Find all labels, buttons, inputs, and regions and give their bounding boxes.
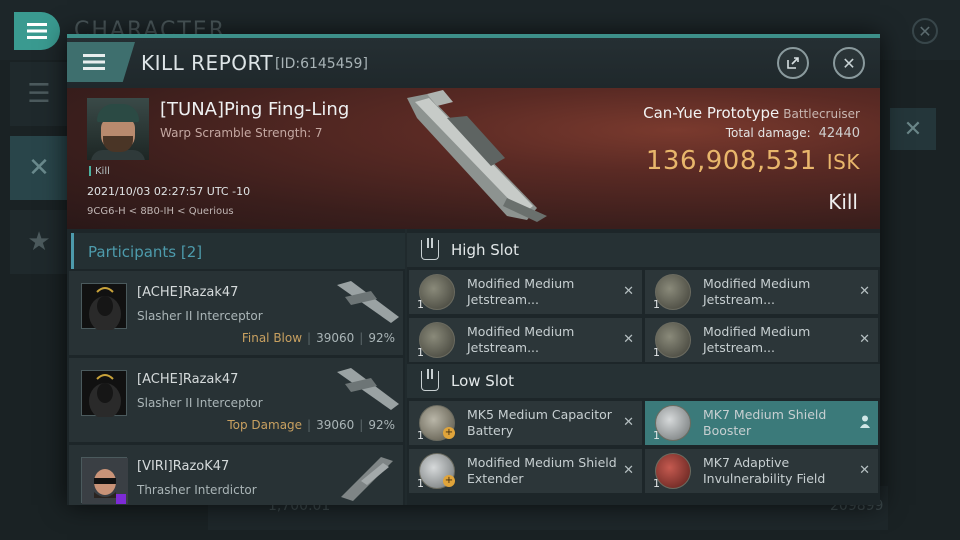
- slot-item[interactable]: 1 Modified Medium Jetstream... ✕: [645, 318, 878, 362]
- participant-avatar: [81, 283, 127, 332]
- share-icon: [787, 57, 799, 69]
- destroyed-icon: ✕: [623, 284, 634, 299]
- item-name: MK5 Medium Capacitor Battery: [467, 407, 612, 438]
- item-qty: 1: [653, 477, 660, 490]
- destroyed-icon: ✕: [859, 332, 870, 347]
- participant-ship: Slasher II Interceptor: [137, 309, 263, 323]
- item-name: Modified Medium Jetstream...: [467, 324, 575, 355]
- participant-avatar: [81, 370, 127, 419]
- total-damage: Total damage: 42440: [725, 126, 860, 141]
- bg-star-icon[interactable]: ★: [10, 210, 68, 274]
- modal-header: KILL REPORT [ID:6145459] ✕: [67, 38, 880, 88]
- slot-item[interactable]: 1 MK7 Adaptive Invulnerability Field ✕: [645, 449, 878, 493]
- kill-tag: Kill: [89, 166, 110, 177]
- destroyed-icon: ✕: [623, 415, 634, 430]
- participant-name: [ACHE]Razak47: [137, 285, 239, 300]
- bg-sidebar: ☰ ✕ ★: [10, 62, 68, 302]
- isk-value: 136,908,531 ISK: [645, 146, 860, 176]
- warp-strength: Warp Scramble Strength: 7: [160, 126, 323, 140]
- kill-report-modal: KILL REPORT [ID:6145459] ✕ [TUNA]Ping Fi…: [67, 34, 880, 505]
- jetstream-icon: [419, 274, 455, 310]
- slot-item[interactable]: 1 Modified Medium Jetstream... ✕: [645, 270, 878, 314]
- victim-name[interactable]: [TUNA]Ping Fing-Ling: [160, 99, 349, 120]
- jetstream-icon: [655, 322, 691, 358]
- kill-datetime: 2021/10/03 02:27:57 UTC -10: [87, 185, 251, 198]
- item-name: Modified Medium Jetstream...: [703, 324, 811, 355]
- plus-badge-icon: +: [443, 427, 455, 439]
- victim-portrait[interactable]: [87, 98, 149, 160]
- high-slot-icon: [421, 238, 439, 260]
- kill-id[interactable]: [ID:6145459]: [275, 56, 368, 72]
- participants-header[interactable]: Participants [2]: [71, 233, 405, 269]
- participant-ship-icon: [337, 281, 399, 323]
- item-name: Modified Medium Shield Extender: [467, 455, 617, 486]
- item-name: MK7 Adaptive Invulnerability Field: [703, 455, 826, 486]
- jetstream-icon: [419, 322, 455, 358]
- item-name: MK7 Medium Shield Booster: [703, 407, 827, 438]
- participant-ship: Thrasher Interdictor: [137, 483, 257, 497]
- bg-list-icon[interactable]: ☰: [10, 62, 68, 126]
- participant-stats: Final Blow | 39060 | 92%: [241, 331, 395, 345]
- jetstream-icon: [655, 274, 691, 310]
- victim-ship-image: [407, 90, 547, 222]
- participant-row[interactable]: [VIRI]RazoK47 Thrasher Interdictor: [69, 445, 403, 505]
- participant-row[interactable]: [ACHE]Razak47 Slasher II Interceptor Top…: [69, 358, 403, 442]
- item-qty: 1: [417, 429, 424, 442]
- item-qty: 1: [417, 477, 424, 490]
- dropped-person-icon: [860, 415, 870, 428]
- participant-ship: Slasher II Interceptor: [137, 396, 263, 410]
- hamburger-icon: [83, 54, 105, 70]
- modal-menu-button[interactable]: [67, 42, 135, 82]
- participant-name: [VIRI]RazoK47: [137, 459, 230, 474]
- participant-ship-icon: [341, 457, 393, 501]
- participants-panel: Participants [2] [ACHE]Razak47 Slasher I…: [67, 229, 405, 505]
- participant-name: [ACHE]Razak47: [137, 372, 239, 387]
- victim-banner: [TUNA]Ping Fing-Ling Warp Scramble Stren…: [67, 88, 880, 229]
- bg-menu-button[interactable]: [14, 12, 60, 50]
- low-slot-icon: [421, 369, 439, 391]
- participant-ship-icon: [337, 368, 399, 410]
- hamburger-icon: [27, 23, 47, 39]
- bg-swords-icon[interactable]: ✕: [10, 136, 68, 200]
- high-slot-header: High Slot: [407, 233, 880, 267]
- participant-avatar: [81, 457, 128, 504]
- item-name: Modified Medium Jetstream...: [703, 276, 811, 307]
- participant-stats: Top Damage | 39060 | 92%: [227, 418, 395, 432]
- plus-badge-icon: +: [443, 475, 455, 487]
- close-icon: ✕: [842, 53, 856, 73]
- fitting-panel: High Slot 1 Modified Medium Jetstream...…: [407, 229, 880, 505]
- slot-item[interactable]: + 1 MK5 Medium Capacitor Battery ✕: [409, 401, 642, 445]
- kill-location[interactable]: 9CG6-H < 8B0-IH < Querious: [87, 206, 234, 217]
- slot-item[interactable]: + 1 Modified Medium Shield Extender ✕: [409, 449, 642, 493]
- destroyed-icon: ✕: [623, 463, 634, 478]
- participant-row[interactable]: [ACHE]Razak47 Slasher II Interceptor Fin…: [69, 271, 403, 355]
- slot-item[interactable]: 1 MK7 Medium Shield Booster: [645, 401, 878, 445]
- slot-item[interactable]: 1 Modified Medium Jetstream... ✕: [409, 318, 642, 362]
- ship-name[interactable]: Can-Yue Prototype Battlecruiser: [643, 104, 860, 122]
- item-qty: 1: [653, 346, 660, 359]
- destroyed-icon: ✕: [859, 284, 870, 299]
- item-qty: 1: [653, 298, 660, 311]
- destroyed-icon: ✕: [623, 332, 634, 347]
- modal-title: KILL REPORT: [141, 51, 274, 75]
- bg-tools-icon[interactable]: ✕: [890, 108, 936, 150]
- invulnerability-field-icon: [655, 453, 691, 489]
- low-slot-header: Low Slot: [407, 364, 880, 398]
- close-button[interactable]: ✕: [833, 47, 865, 79]
- shield-booster-icon: [655, 405, 691, 441]
- item-name: Modified Medium Jetstream...: [467, 276, 575, 307]
- close-icon: ✕: [918, 21, 932, 41]
- share-button[interactable]: [777, 47, 809, 79]
- result-label: Kill: [828, 190, 858, 214]
- item-qty: 1: [417, 298, 424, 311]
- item-qty: 1: [417, 346, 424, 359]
- item-qty: 1: [653, 429, 660, 442]
- destroyed-icon: ✕: [859, 463, 870, 478]
- bg-close-button[interactable]: ✕: [912, 18, 938, 44]
- slot-item[interactable]: 1 Modified Medium Jetstream... ✕: [409, 270, 642, 314]
